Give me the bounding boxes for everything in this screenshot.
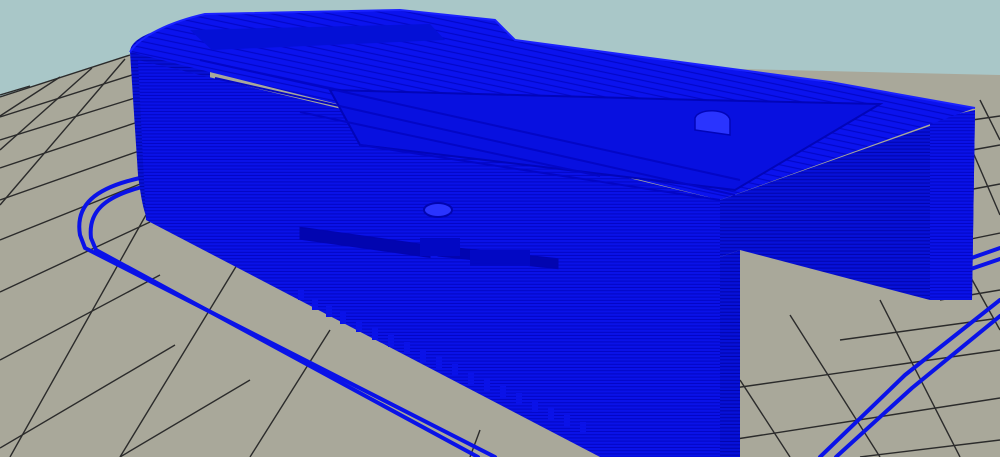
part-right-arm-end [930,110,975,300]
part-top-tab [694,110,731,136]
gcode-preview-viewport[interactable] [0,0,1000,457]
part-hole-feature [423,202,453,218]
